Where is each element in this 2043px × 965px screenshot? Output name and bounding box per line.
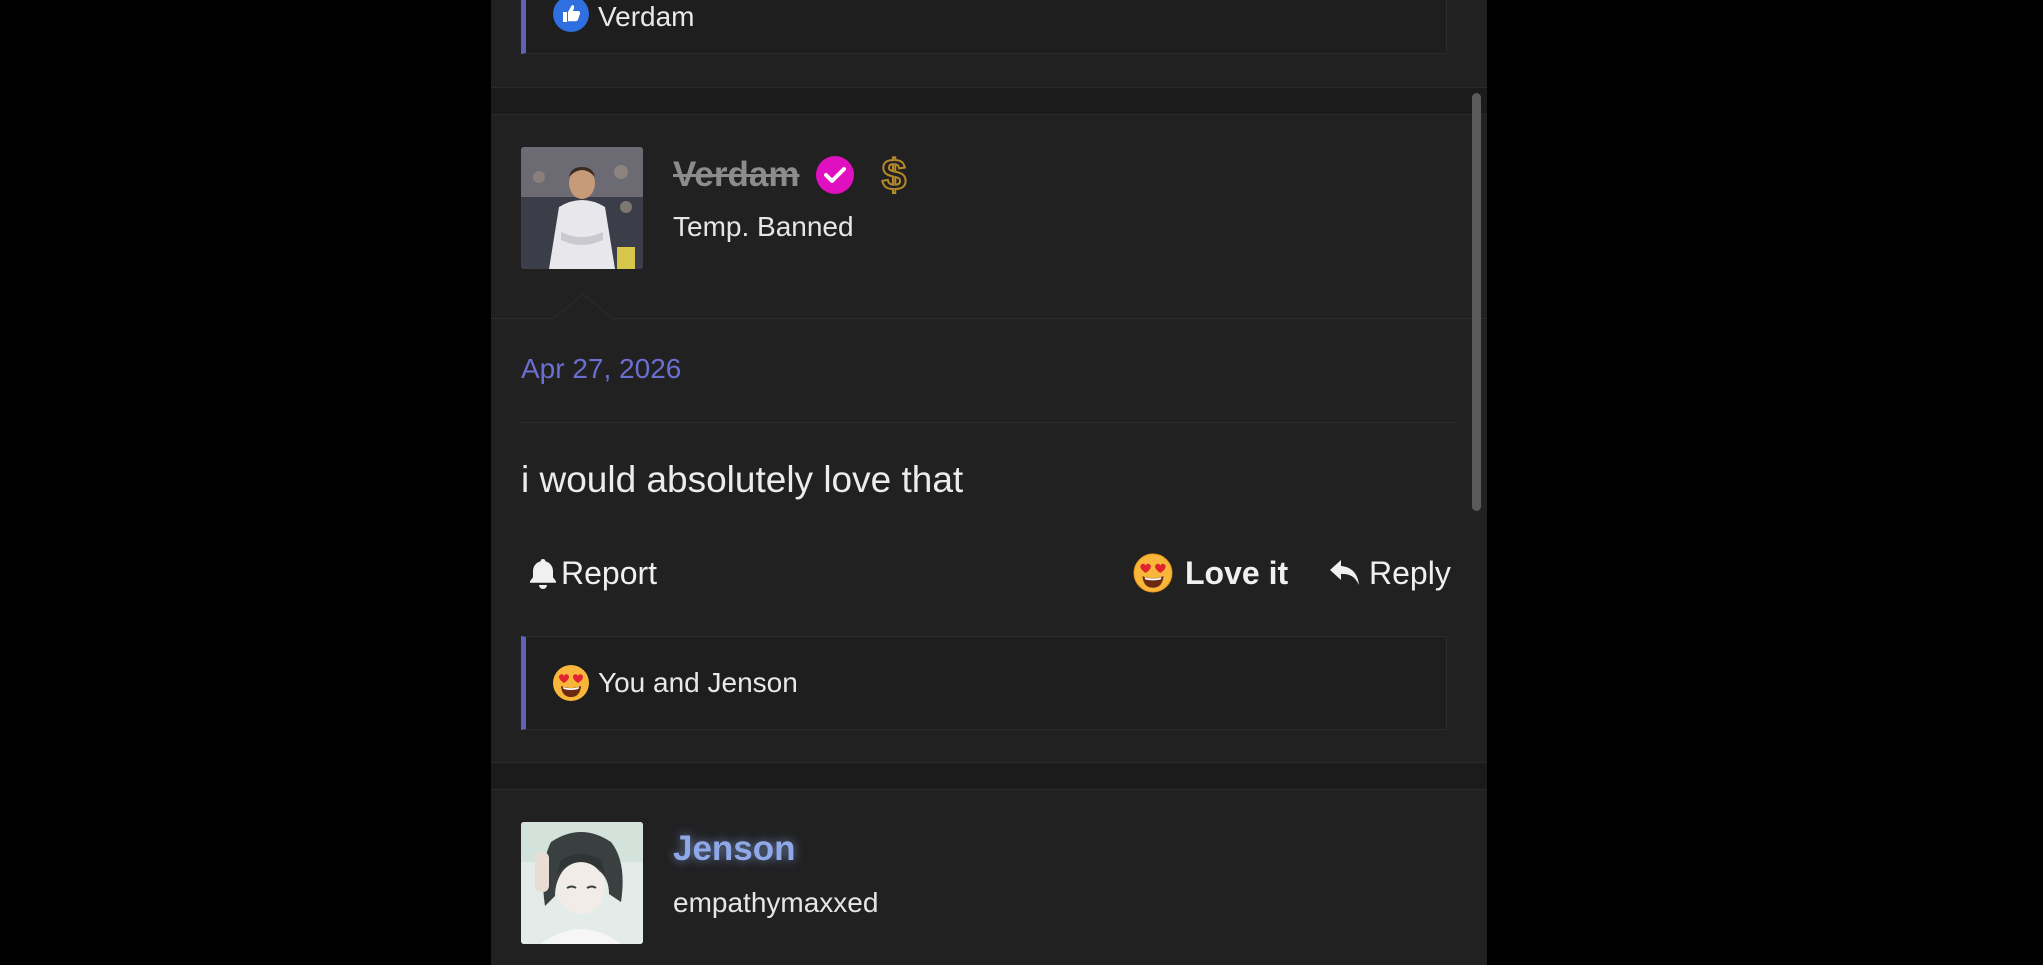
heart-eyes-emoji [1133, 553, 1173, 593]
previous-reaction-text: Verdam [598, 1, 695, 32]
page: Verdam Verdam $ Temp. Banned Apr 27, 202… [0, 0, 2043, 965]
verified-check-icon [816, 156, 855, 194]
bell-icon [530, 559, 556, 589]
user-title: empathymaxxed [673, 887, 879, 918]
avatar-pointer [553, 294, 613, 320]
avatar-image [521, 147, 643, 269]
post-separator [491, 87, 1487, 115]
reaction-summary-text: You and Jenson [598, 667, 798, 698]
reply-label: Reply [1369, 554, 1451, 591]
username-row: Verdam $ [673, 152, 911, 198]
report-button[interactable]: Report [529, 548, 657, 598]
date-divider [521, 422, 1457, 423]
post-body: i would absolutely love that [521, 459, 964, 500]
post-separator [491, 762, 1487, 790]
scrollbar-thumb[interactable] [1472, 93, 1481, 511]
post-date[interactable]: Apr 27, 2026 [521, 353, 681, 385]
report-label: Report [561, 554, 658, 591]
avatar[interactable] [521, 822, 643, 944]
username[interactable]: Jenson [673, 829, 796, 869]
love-it-button[interactable]: Love it [1133, 548, 1288, 598]
previous-reaction-summary[interactable]: Verdam [521, 0, 1447, 54]
thread-column: Verdam Verdam $ Temp. Banned Apr 27, 202… [491, 0, 1487, 965]
user-title: Temp. Banned [673, 211, 854, 242]
avatar-image [521, 822, 643, 944]
dollar-icon: $ [881, 152, 907, 198]
like-icon [553, 0, 589, 32]
heart-eyes-emoji [553, 665, 589, 701]
username[interactable]: Verdam [673, 155, 799, 195]
reply-button[interactable]: Reply [1329, 548, 1451, 598]
header-divider [491, 318, 1487, 319]
avatar[interactable] [521, 147, 643, 269]
reaction-summary[interactable]: You and Jenson [521, 636, 1447, 730]
svg-text:$: $ [882, 152, 906, 198]
love-it-label: Love it [1185, 554, 1289, 591]
reply-icon [1330, 560, 1359, 585]
